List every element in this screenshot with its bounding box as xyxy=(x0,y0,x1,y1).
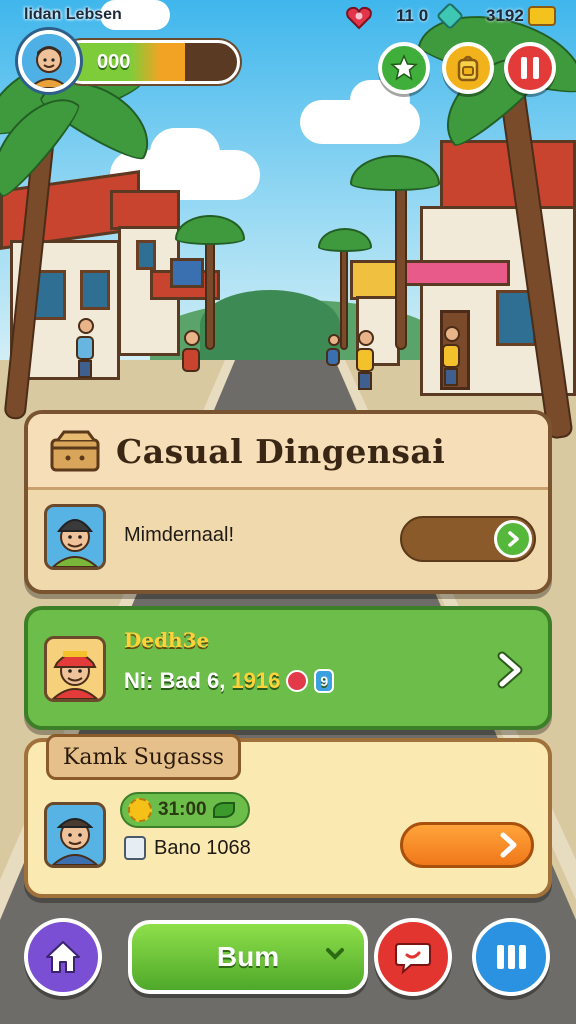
quest-go-button[interactable] xyxy=(400,516,536,562)
offer-timer: 31:00 xyxy=(120,792,250,828)
quest-character-portrait xyxy=(44,504,106,570)
inventory-button[interactable] xyxy=(442,42,494,94)
player-avatar[interactable] xyxy=(18,30,80,92)
lives-counter: 11 0 xyxy=(396,1,465,31)
reward-value-1: 6, xyxy=(207,668,226,693)
house-left-blue xyxy=(170,258,210,338)
home-button[interactable] xyxy=(24,918,102,996)
backpack-icon xyxy=(457,55,479,82)
palm-trunk xyxy=(395,170,407,350)
lock-icon xyxy=(124,836,146,860)
offer-tag: Kamk Sugasss xyxy=(46,734,242,780)
home-icon xyxy=(46,941,80,973)
reward-value-3: 9 xyxy=(314,669,335,693)
currency-value: 3192 xyxy=(486,6,524,25)
player-name: lidan Lebsen xyxy=(24,6,122,23)
offer-text: Bano 1068 xyxy=(154,836,251,859)
quest-title: Casual Dingensai xyxy=(116,432,446,471)
xp-value: 000 xyxy=(97,51,131,73)
offer-claim-button[interactable] xyxy=(400,822,534,868)
reward-title: Dedh3e xyxy=(124,628,210,652)
chest-icon xyxy=(50,430,100,472)
offer-timer-value: 31:00 xyxy=(158,799,207,820)
currency-counter: 3192 xyxy=(486,6,556,26)
chevron-right-icon xyxy=(500,832,517,858)
coin-bar-icon xyxy=(527,6,556,26)
achievements-button[interactable] xyxy=(378,42,430,94)
offer-details: Bano 1068 xyxy=(124,836,251,860)
quest-subtitle: Mimdernaal! xyxy=(124,524,235,546)
chevron-down-icon xyxy=(326,948,344,960)
chat-icon xyxy=(395,943,431,975)
sun-icon xyxy=(128,798,152,822)
cloud xyxy=(150,128,220,178)
chat-button[interactable] xyxy=(374,918,452,996)
menu-bars-icon xyxy=(497,945,526,969)
lives-value: 11 0 xyxy=(396,6,429,25)
xp-bar: 000 xyxy=(60,40,240,84)
ruby-icon xyxy=(286,670,309,692)
palm-trunk xyxy=(340,240,348,350)
character-face-icon xyxy=(51,519,99,567)
pause-icon xyxy=(521,57,539,79)
reward-details: Ni: Bad 6, 1916 9 xyxy=(124,668,335,694)
pause-button[interactable] xyxy=(504,42,556,94)
main-action-button[interactable]: Bum xyxy=(128,920,368,994)
chevron-right-icon[interactable] xyxy=(490,650,530,690)
quest-panel: Casual Dingensai Mimdernaal! xyxy=(24,410,552,594)
arrow-right-icon xyxy=(494,520,532,558)
character-face-icon xyxy=(51,818,99,865)
avatar-face-icon xyxy=(22,34,76,88)
main-action-label: Bum xyxy=(216,941,280,972)
gem-icon xyxy=(436,1,465,31)
star-icon xyxy=(390,54,418,81)
hill xyxy=(200,290,340,360)
palm-trunk xyxy=(205,230,215,350)
offer-panel: Kamk Sugasss 31:00 Bano 1068 xyxy=(24,734,552,898)
heart-icon xyxy=(346,6,372,30)
menu-button[interactable] xyxy=(472,918,550,996)
reward-value-2: 1916 xyxy=(231,668,281,693)
offer-character-portrait xyxy=(44,802,106,868)
leaf-icon xyxy=(212,802,235,818)
reward-label: Ni: Bad xyxy=(124,668,201,693)
reward-panel[interactable]: Dedh3e Ni: Bad 6, 1916 9 xyxy=(24,606,552,730)
reward-character-portrait xyxy=(44,636,106,702)
character-face-icon xyxy=(51,651,99,699)
